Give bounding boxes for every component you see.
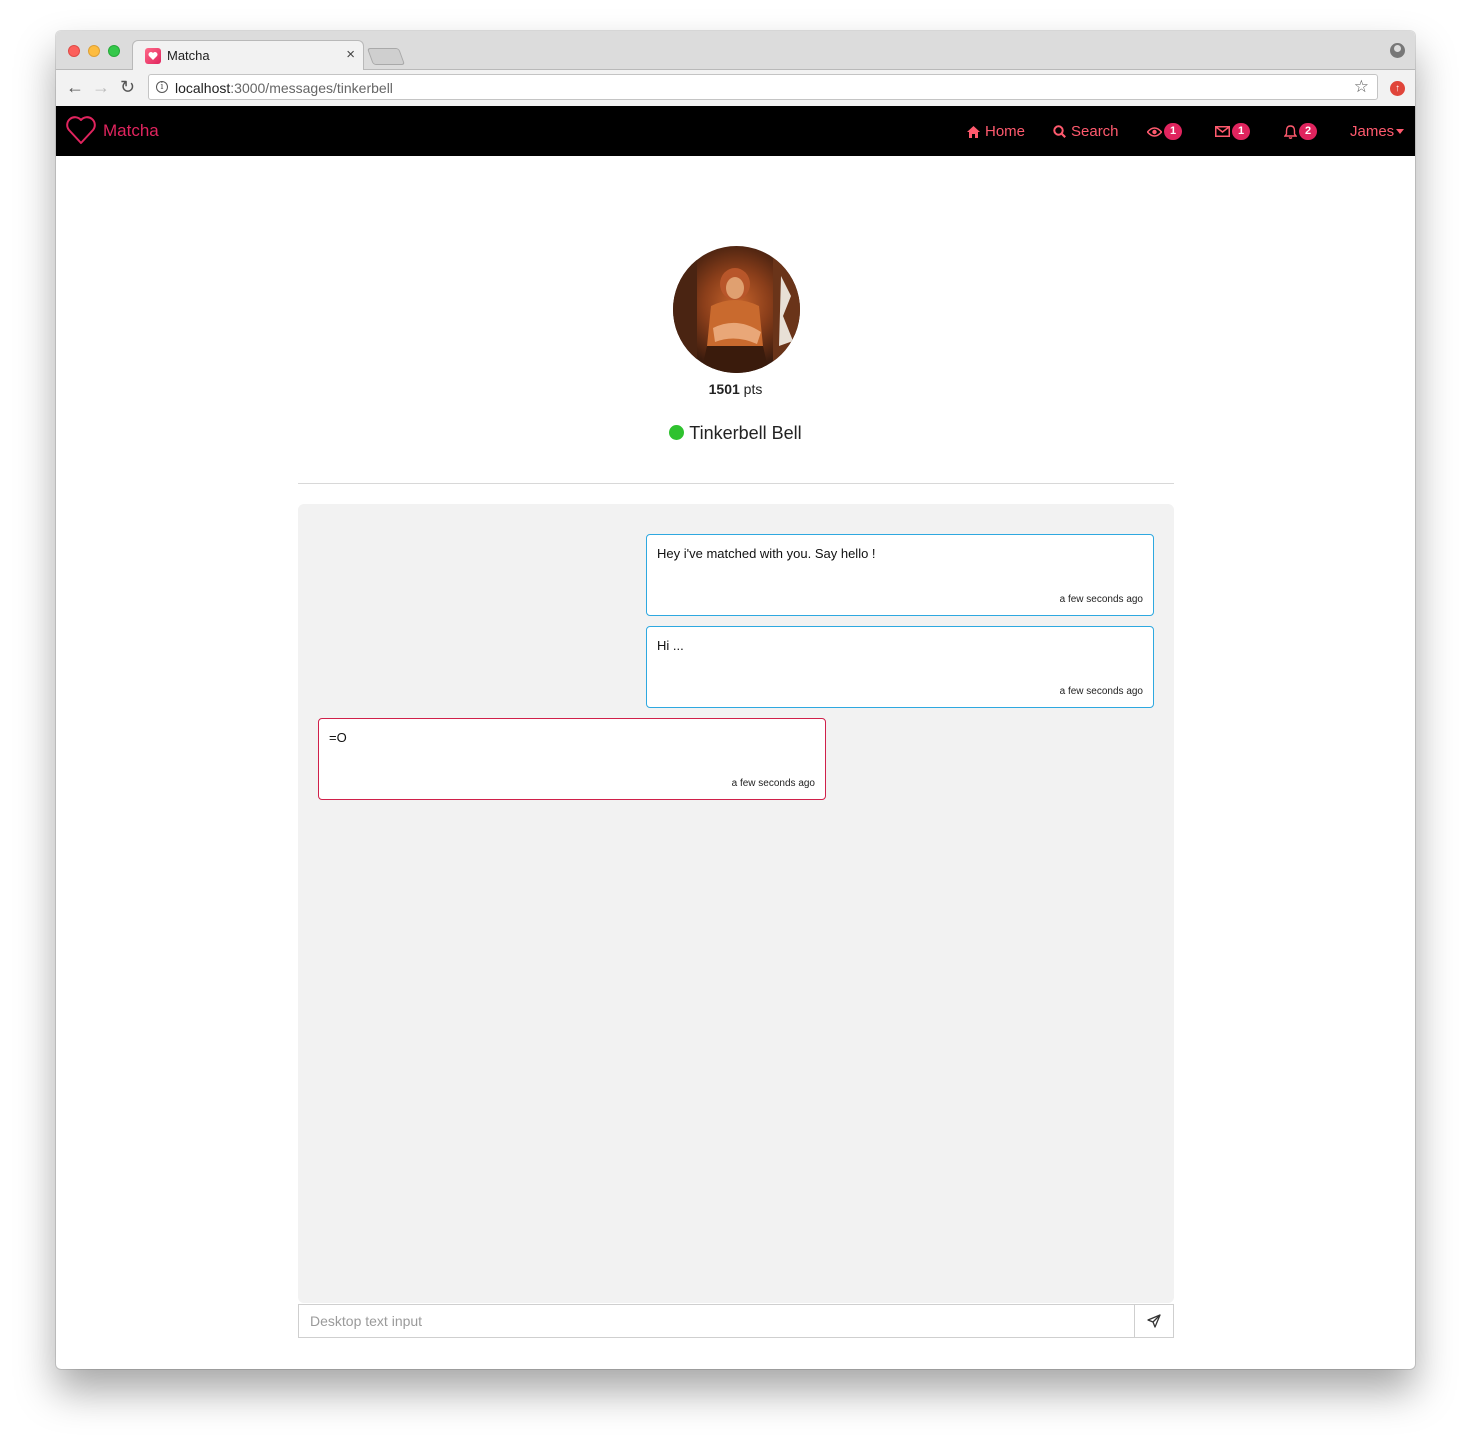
chat-message-sent: Hey i've matched with you. Say hello ! a…	[646, 534, 1154, 616]
profile-avatar[interactable]	[673, 246, 800, 373]
envelope-icon	[1215, 126, 1230, 137]
extension-icon[interactable]: ↑	[1390, 81, 1405, 96]
search-icon	[1053, 125, 1066, 138]
url-host: localhost	[175, 80, 231, 96]
message-text: Hey i've matched with you. Say hello !	[657, 546, 876, 561]
message-timestamp: a few seconds ago	[731, 778, 815, 789]
favicon-icon	[145, 48, 161, 64]
tab-title: Matcha	[167, 48, 210, 63]
bell-icon	[1284, 124, 1297, 139]
home-icon	[967, 125, 980, 138]
section-divider	[298, 483, 1174, 484]
reload-icon[interactable]: ↻	[120, 77, 135, 97]
minimize-window-button[interactable]	[88, 45, 100, 57]
info-icon[interactable]: i	[156, 81, 168, 93]
message-timestamp: a few seconds ago	[1059, 594, 1143, 605]
online-status-indicator	[669, 425, 685, 440]
points-unit: pts	[743, 381, 763, 397]
views-count-badge: 1	[1164, 123, 1182, 140]
tab-strip: Matcha ×	[56, 31, 1415, 70]
nav-notifications-link[interactable]: 2	[1284, 123, 1317, 140]
caret-down-icon	[1396, 129, 1405, 134]
points-value: 1501	[708, 381, 740, 397]
new-tab-button[interactable]	[366, 48, 406, 65]
browser-window: Matcha × ← → ↻ i localhost:3000/messages…	[56, 31, 1415, 1369]
brand-name[interactable]: Matcha	[103, 121, 159, 141]
search-label: Search	[1071, 123, 1119, 140]
paper-plane-icon	[1147, 1314, 1161, 1328]
heart-logo-icon[interactable]	[65, 114, 97, 151]
nav-home-link[interactable]: Home	[967, 123, 1025, 140]
browser-tab[interactable]: Matcha ×	[132, 40, 364, 70]
nav-search-link[interactable]: Search	[1053, 123, 1119, 140]
message-input[interactable]	[299, 1305, 1135, 1337]
notifications-count-badge: 2	[1299, 123, 1317, 140]
home-label: Home	[985, 123, 1026, 140]
chat-message-received: =O a few seconds ago	[318, 718, 826, 800]
send-button[interactable]	[1134, 1305, 1173, 1337]
close-window-button[interactable]	[68, 45, 80, 57]
bookmark-star-icon[interactable]: ☆	[1354, 77, 1369, 97]
message-text: Hi ...	[657, 638, 684, 653]
tab-close-icon[interactable]: ×	[346, 46, 355, 63]
avatar-photo	[673, 246, 800, 373]
eye-icon	[1147, 126, 1162, 137]
profile-name-row: Tinkerbell Bell	[56, 423, 1415, 444]
message-composer	[298, 1304, 1174, 1338]
nav-messages-link[interactable]: 1	[1215, 123, 1250, 140]
profile-name[interactable]: Tinkerbell Bell	[689, 423, 801, 443]
points-display: 1501 pts	[56, 381, 1415, 397]
browser-profile-icon[interactable]	[1390, 43, 1405, 58]
forward-arrow-icon[interactable]: →	[92, 77, 110, 97]
message-timestamp: a few seconds ago	[1059, 686, 1143, 697]
user-menu-label: James	[1350, 123, 1395, 140]
app-navbar: Matcha Home Search 1 1 2 James	[56, 106, 1415, 156]
url-text[interactable]: localhost:3000/messages/tinkerbell	[175, 80, 393, 96]
address-bar[interactable]: i localhost:3000/messages/tinkerbell ☆	[148, 74, 1378, 100]
chat-message-sent: Hi ... a few seconds ago	[646, 626, 1154, 708]
messages-count-badge: 1	[1232, 123, 1250, 140]
maximize-window-button[interactable]	[108, 45, 120, 57]
nav-views-link[interactable]: 1	[1147, 123, 1182, 140]
browser-toolbar: ← → ↻ i localhost:3000/messages/tinkerbe…	[56, 70, 1415, 107]
message-text: =O	[329, 730, 347, 745]
back-arrow-icon[interactable]: ←	[66, 77, 84, 97]
user-menu-dropdown[interactable]: James	[1350, 123, 1405, 140]
chat-messages-panel[interactable]: Hey i've matched with you. Say hello ! a…	[298, 504, 1174, 1303]
url-path: :3000/messages/tinkerbell	[230, 80, 393, 96]
